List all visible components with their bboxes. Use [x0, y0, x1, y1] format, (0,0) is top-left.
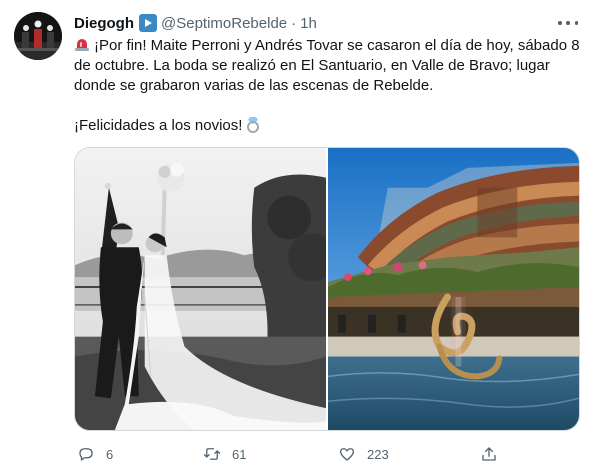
- share-icon: [482, 447, 496, 461]
- play-button-icon: [139, 14, 157, 32]
- tweet-header: Diegogh @SeptimoRebelde · 1h: [74, 13, 317, 33]
- tweet-congrats: ¡Felicidades a los novios!: [74, 117, 243, 134]
- reply-button[interactable]: 6: [77, 442, 113, 466]
- separator-dot: ·: [291, 14, 297, 32]
- ring-icon: [247, 117, 260, 133]
- heart-icon: [339, 448, 355, 461]
- user-handle[interactable]: @SeptimoRebelde: [161, 15, 287, 32]
- like-button[interactable]: 223: [338, 442, 389, 466]
- media-grid: [74, 147, 580, 431]
- timestamp[interactable]: 1h: [300, 15, 317, 32]
- avatar[interactable]: [14, 12, 62, 60]
- reply-count: 6: [106, 446, 114, 462]
- tweet-text: ¡Por fin! Maite Perroni y Andrés Tovar s…: [74, 36, 580, 136]
- rotating-light-icon: [75, 39, 89, 51]
- tweet[interactable]: Diegogh @SeptimoRebelde · 1h ¡Por fin! M…: [0, 0, 592, 475]
- retweet-button[interactable]: 61: [203, 442, 246, 466]
- share-button[interactable]: [480, 442, 498, 466]
- el-santuario-hotel-photo[interactable]: [328, 148, 579, 430]
- reply-icon: [79, 448, 93, 461]
- tweet-body: ¡Por fin! Maite Perroni y Andrés Tovar s…: [74, 37, 580, 94]
- tweet-actions: 6 61 223: [74, 442, 580, 466]
- like-count: 223: [367, 446, 389, 462]
- retweet-count: 61: [232, 446, 247, 462]
- wedding-couple-photo[interactable]: [75, 148, 326, 430]
- display-name[interactable]: Diegogh: [74, 15, 134, 32]
- retweet-icon: [203, 448, 221, 460]
- more-options-icon[interactable]: [558, 15, 578, 31]
